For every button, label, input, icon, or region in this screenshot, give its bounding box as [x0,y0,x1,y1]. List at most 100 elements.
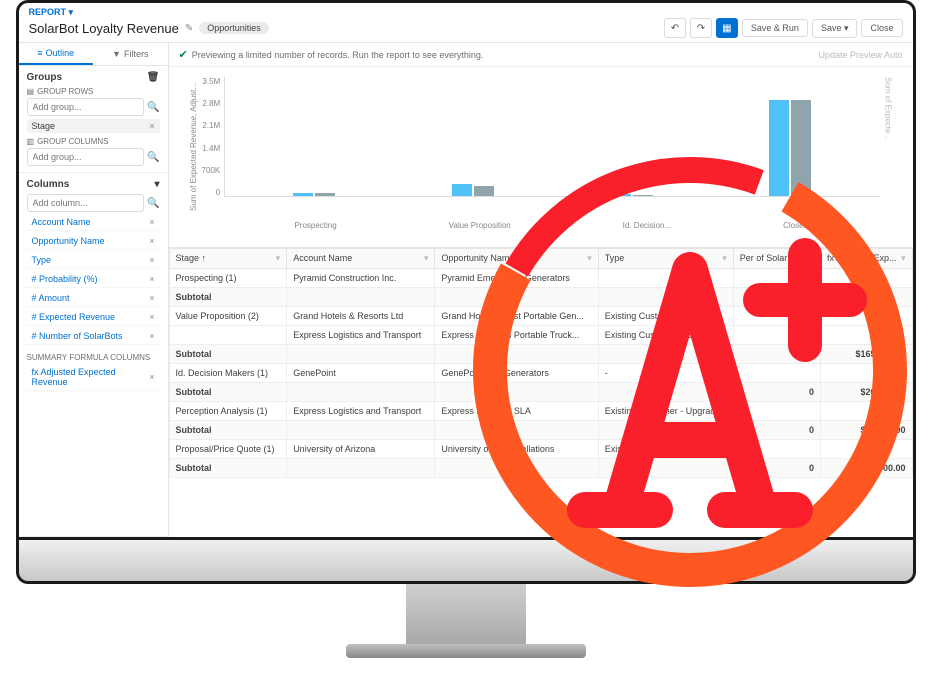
col-header-opportunity[interactable]: Opportunity Name▾ [435,249,598,269]
subtotal-label: Subtotal [169,383,287,402]
cell-type: Existing Customer - Upgrade [598,440,733,459]
remove-icon[interactable]: × [149,372,154,382]
remove-icon[interactable]: × [149,121,154,131]
chevron-down-icon[interactable]: ▾ [154,179,159,190]
chart-toggle-button[interactable]: ▦ [716,18,738,38]
save-button[interactable]: Save ▾ [812,19,858,38]
remove-icon[interactable]: × [149,274,154,284]
report-builder-app: REPORT ▾ SolarBot Loyalty Revenue ✎ Oppo… [19,3,913,537]
chart-bar [791,100,811,196]
col-header-stage[interactable]: Stage ↑▾ [169,249,287,269]
column-item[interactable]: Account Name× [27,214,160,231]
cell-type: Existing Customer - Upgrade [598,307,733,326]
table-row: Express Logistics and TransportExpress L… [169,326,912,345]
add-column-input[interactable] [27,194,145,212]
breadcrumb[interactable]: REPORT ▾ [29,7,903,18]
edit-title-icon[interactable]: ✎ [185,23,193,34]
cell-per [733,269,820,288]
tab-outline[interactable]: ≡Outline [19,43,94,65]
chart: Sum of Expected Revenue, Adjust... 3.5M2… [169,67,913,247]
search-icon: 🔍 [147,102,159,113]
group-row-pill-stage[interactable]: Stage× [27,119,160,133]
table-row: Id. Decision Makers (1)GenePointGenePoin… [169,364,912,383]
cell-account: Express Logistics and Transport [287,326,435,345]
cell-per [733,440,820,459]
cell-adjusted [821,307,913,326]
column-item[interactable]: # Probability (%)× [27,271,160,288]
cell-type: Existing Customer - Upgrade [598,326,733,345]
chart-bar [474,186,494,196]
cell-adjusted [821,269,913,288]
col-header-type[interactable]: Type▾ [598,249,733,269]
cell-stage: Proposal/Price Quote (1) [169,440,287,459]
remove-icon[interactable]: × [149,293,154,303]
table-row: Perception Analysis (1)Express Logistics… [169,402,912,421]
cell-opportunity: Pyramid Emergency Generators [435,269,598,288]
chart-bar [769,100,789,196]
close-button[interactable]: Close [861,19,902,37]
undo-button[interactable]: ↶ [664,18,686,38]
cell-stage: Value Proposition (2) [169,307,287,326]
remove-icon[interactable]: × [149,331,154,341]
list-icon: ≡ [37,48,42,58]
report-title: SolarBot Loyalty Revenue [29,21,179,36]
cell-per [733,364,820,383]
cell-account: GenePoint [287,364,435,383]
redo-button[interactable]: ↷ [690,18,712,38]
col-header-adjusted[interactable]: fx Adjusted Exp...▾ [821,249,913,269]
table-row: Value Proposition (2)Grand Hotels & Reso… [169,307,912,326]
cell-stage [169,326,287,345]
object-chip[interactable]: Opportunities [199,22,269,34]
remove-icon[interactable]: × [149,217,154,227]
cell-opportunity: GenePoint Lab Generators [435,364,598,383]
subtotal-label: Subtotal [169,288,287,307]
search-icon: 🔍 [147,152,159,163]
remove-icon[interactable]: × [149,255,154,265]
report-table: Stage ↑▾ Account Name▾ Opportunity Name▾… [169,247,913,537]
col-header-per[interactable]: Per of SolarBots▾ [733,249,820,269]
chart-bar [293,193,313,196]
cell-opportunity: Express Logistics SLA [435,402,598,421]
column-item[interactable]: # Amount× [27,290,160,307]
cell-per [733,307,820,326]
column-item[interactable]: # Expected Revenue× [27,309,160,326]
columns-heading: Columns [27,179,70,190]
sidebar: ≡Outline ▼Filters Groups🗑 ▤GROUP ROWS 🔍 … [19,43,169,537]
subtotal-value: $165,000.00 [821,345,913,364]
chart-bar [315,193,335,196]
summary-formula-item[interactable]: fx Adjusted Expected Revenue× [27,364,160,391]
add-group-cols-input[interactable] [27,148,145,166]
header-actions: ↶ ↷ ▦ Save & Run Save ▾ Close [664,18,903,38]
cell-adjusted [821,402,913,421]
remove-icon[interactable]: × [149,312,154,322]
update-preview-label: Update Preview Auto [818,50,902,60]
chart-y-ticks: 3.5M2.8M2.1M1.4M700K0 [198,77,225,197]
preview-message: Previewing a limited number of records. … [192,50,484,60]
cell-account: Grand Hotels & Resorts Ltd [287,307,435,326]
chart-right-label: Sum of Expecte... [880,77,893,217]
main-panel: ✔ Previewing a limited number of records… [169,43,913,537]
column-item[interactable]: # Number of SolarBots× [27,328,160,345]
chart-bar [633,195,653,196]
column-item[interactable]: Opportunity Name× [27,233,160,250]
chart-x-axis-label: Stage [189,234,893,243]
cell-adjusted [821,326,913,345]
table-row: Proposal/Price Quote (1)University of Ar… [169,440,912,459]
filter-icon: ▼ [112,49,121,59]
cell-stage: Prospecting (1) [169,269,287,288]
remove-icon[interactable]: × [149,236,154,246]
header: REPORT ▾ SolarBot Loyalty Revenue ✎ Oppo… [19,3,913,43]
column-item[interactable]: Type× [27,252,160,269]
add-group-rows-input[interactable] [27,98,145,116]
col-header-account[interactable]: Account Name▾ [287,249,435,269]
subtotal-value: $84,000.00 [821,421,913,440]
subtotal-label: Subtotal [169,421,287,440]
subtotal-value [821,288,913,307]
chart-bar [611,194,631,196]
table-row: Subtotal0$165,000.00 [169,345,912,364]
save-run-button[interactable]: Save & Run [742,19,808,37]
cell-account: Express Logistics and Transport [287,402,435,421]
delete-icon[interactable]: 🗑 [147,72,160,83]
tab-filters[interactable]: ▼Filters [93,43,168,65]
cell-stage: Id. Decision Makers (1) [169,364,287,383]
